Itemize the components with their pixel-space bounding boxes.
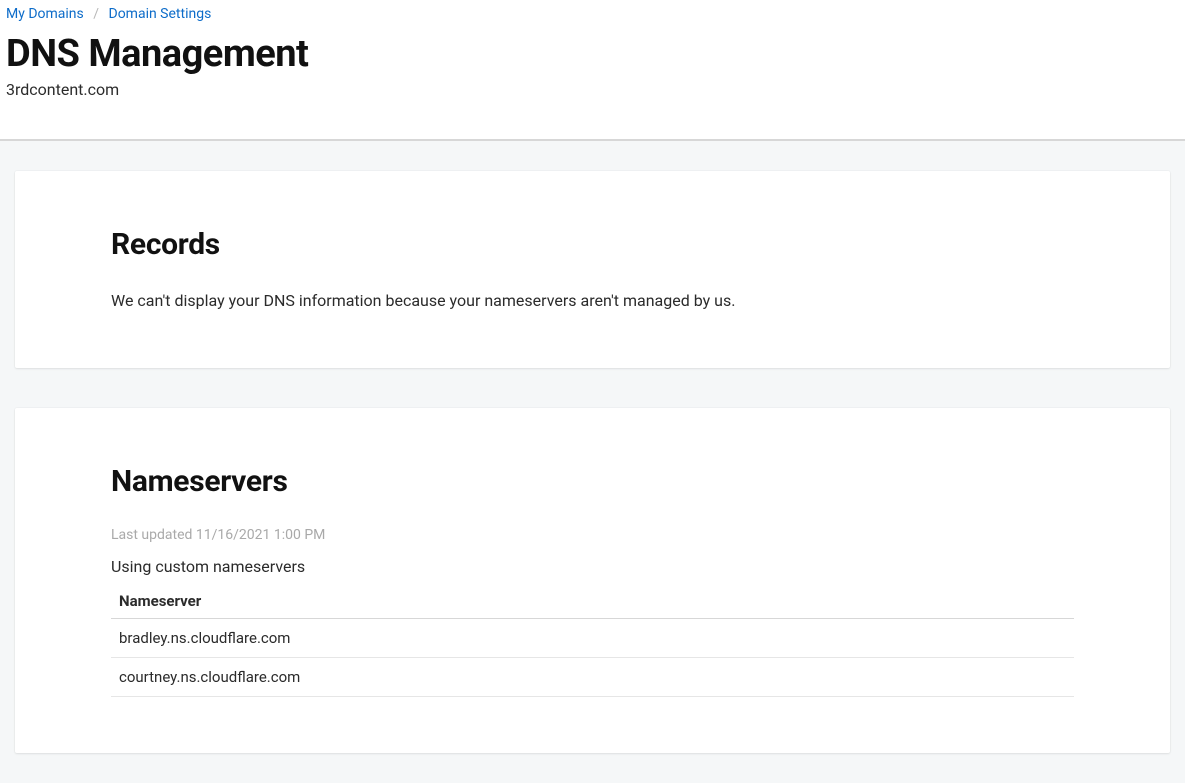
nameserver-value: bradley.ns.cloudflare.com — [111, 619, 1074, 658]
content-area: Records We can't display your DNS inform… — [0, 141, 1185, 783]
nameservers-last-updated: Last updated 11/16/2021 1:00 PM — [111, 527, 1074, 543]
page-header: My Domains / Domain Settings DNS Managem… — [0, 0, 1185, 141]
nameservers-subtitle: Using custom nameservers — [111, 557, 1074, 576]
page-title: DNS Management — [6, 32, 1179, 76]
table-row: bradley.ns.cloudflare.com — [111, 619, 1074, 658]
nameservers-table: Nameserver bradley.ns.cloudflare.com cou… — [111, 584, 1074, 697]
breadcrumb-link-my-domains[interactable]: My Domains — [6, 6, 84, 22]
nameservers-heading: Nameservers — [111, 464, 1074, 499]
records-message: We can't display your DNS information be… — [111, 290, 1074, 312]
breadcrumb-link-domain-settings[interactable]: Domain Settings — [109, 6, 212, 22]
records-heading: Records — [111, 227, 1074, 262]
nameserver-value: courtney.ns.cloudflare.com — [111, 658, 1074, 697]
nameservers-card: Nameservers Last updated 11/16/2021 1:00… — [15, 408, 1170, 753]
breadcrumb: My Domains / Domain Settings — [6, 6, 1179, 22]
table-row: courtney.ns.cloudflare.com — [111, 658, 1074, 697]
page-domain: 3rdcontent.com — [6, 80, 1179, 99]
breadcrumb-separator: / — [93, 6, 99, 22]
nameservers-column-header: Nameserver — [111, 584, 1074, 619]
records-card: Records We can't display your DNS inform… — [15, 171, 1170, 368]
